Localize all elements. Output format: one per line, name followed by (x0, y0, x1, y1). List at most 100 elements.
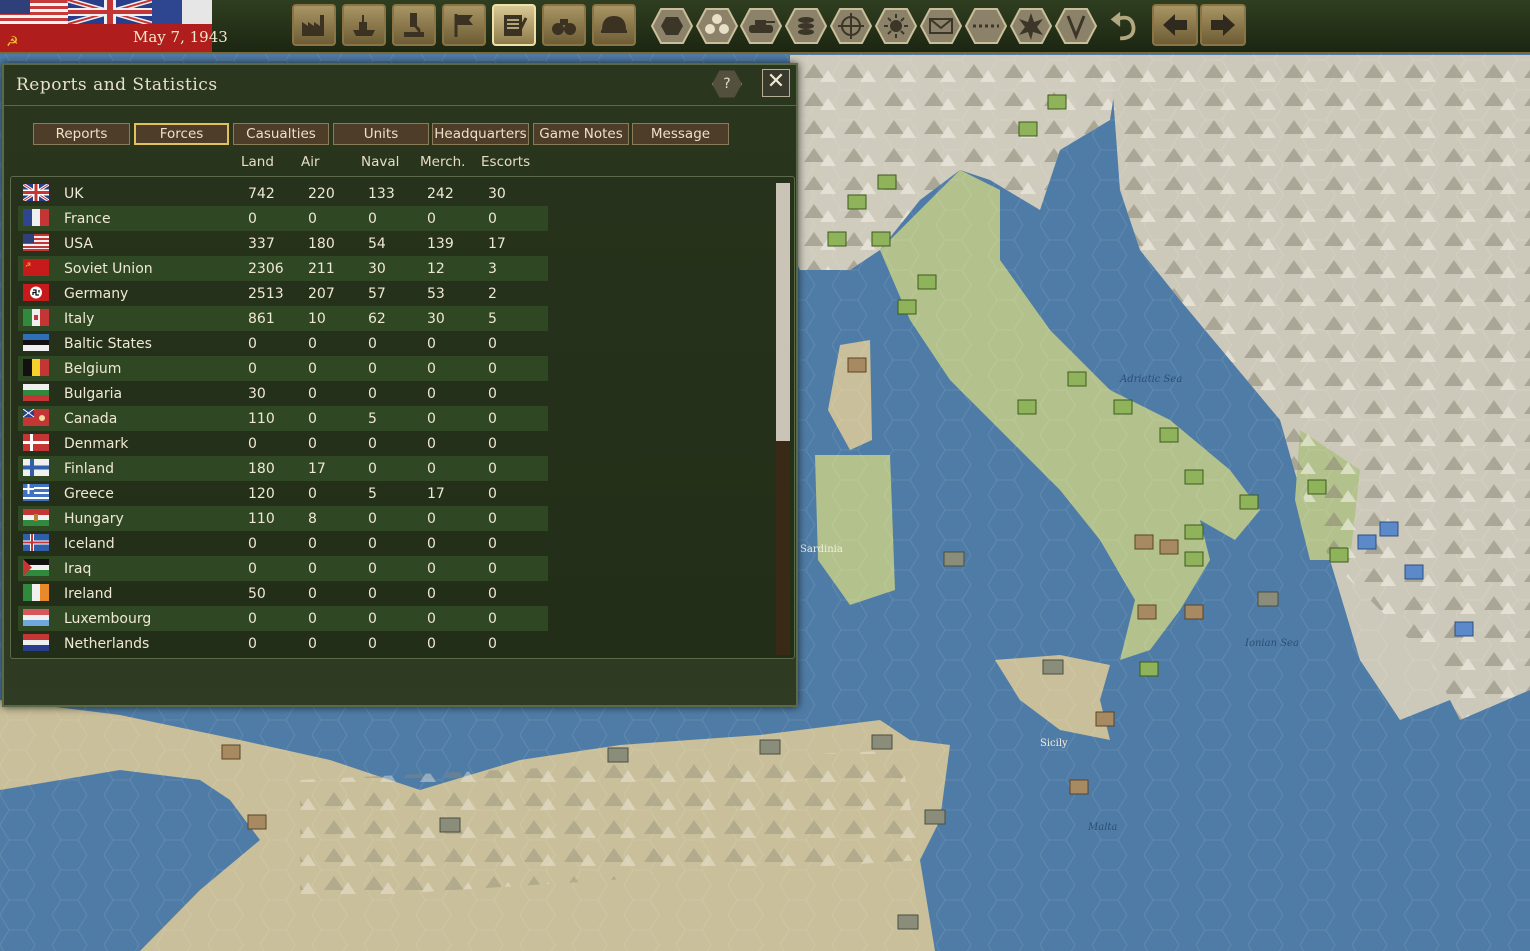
cell-air: 0 (308, 361, 317, 377)
resources-button[interactable] (785, 5, 827, 47)
cell-land: 0 (248, 636, 257, 652)
country-name: Soviet Union (64, 261, 153, 277)
cell-escorts: 30 (488, 186, 506, 202)
victory-button[interactable] (1055, 5, 1097, 47)
sun-icon (875, 8, 917, 44)
cell-land: 742 (248, 186, 275, 202)
cell-escorts: 0 (488, 511, 497, 527)
cell-naval: 0 (368, 436, 377, 452)
netherlands-flag-icon (23, 634, 49, 651)
weather-button[interactable] (875, 5, 917, 47)
previous-turn-button[interactable] (1152, 4, 1198, 46)
combat-button[interactable] (1010, 5, 1052, 47)
naval-button[interactable] (342, 4, 386, 46)
hex-toggle-button[interactable] (651, 5, 693, 47)
tab-message[interactable]: Message (632, 123, 729, 145)
cell-land: 120 (248, 486, 275, 502)
cell-merch: 17 (427, 486, 445, 502)
close-button[interactable]: ✕ (762, 69, 790, 97)
cell-merch: 242 (427, 186, 454, 202)
arrow-right-icon (1211, 14, 1235, 36)
cell-escorts: 0 (488, 636, 497, 652)
next-turn-button[interactable] (1200, 4, 1246, 46)
table-row[interactable]: Netherlands 0 0 0 0 0 (18, 631, 548, 656)
scrollbar-thumb[interactable] (776, 183, 790, 441)
tab-casualties[interactable]: Casualties (233, 123, 329, 145)
cell-naval: 5 (368, 411, 377, 427)
diplomacy-button[interactable] (442, 4, 486, 46)
cell-naval: 57 (368, 286, 386, 302)
cell-air: 0 (308, 611, 317, 627)
cell-merch: 0 (427, 636, 436, 652)
cell-escorts: 0 (488, 561, 497, 577)
cell-air: 17 (308, 461, 326, 477)
italy-flag-icon (23, 309, 49, 326)
tab-forces[interactable]: Forces (134, 123, 229, 145)
table-row[interactable]: Canada 110 0 5 0 0 (18, 406, 548, 431)
cell-merch: 0 (427, 386, 436, 402)
cell-land: 0 (248, 436, 257, 452)
intelligence-button[interactable] (542, 4, 586, 46)
table-row[interactable]: USA 337 180 54 139 17 (18, 231, 548, 256)
undo-button[interactable] (1103, 5, 1143, 47)
tab-units[interactable]: Units (333, 123, 429, 145)
cell-land: 337 (248, 236, 275, 252)
table-row[interactable]: Iraq 0 0 0 0 0 (18, 556, 548, 581)
country-name: Hungary (64, 511, 124, 527)
table-row[interactable]: Denmark 0 0 0 0 0 (18, 431, 548, 456)
table-row[interactable]: Iceland 0 0 0 0 0 (18, 531, 548, 556)
cell-naval: 0 (368, 386, 377, 402)
cell-naval: 0 (368, 586, 377, 602)
cell-escorts: 0 (488, 436, 497, 452)
cell-land: 0 (248, 536, 257, 552)
hex-grid-button[interactable] (696, 5, 738, 47)
table-row[interactable]: Bulgaria 30 0 0 0 0 (18, 381, 548, 406)
table-row[interactable]: UK 742 220 133 242 30 (18, 181, 548, 206)
hungary-flag-icon (23, 509, 49, 526)
table-row[interactable]: Greece 120 0 5 17 0 (18, 481, 548, 506)
cell-escorts: 3 (488, 261, 497, 277)
cell-air: 211 (308, 261, 335, 277)
cell-merch: 0 (427, 411, 436, 427)
country-name: UK (64, 186, 84, 202)
cell-escorts: 0 (488, 386, 497, 402)
country-name: Italy (64, 311, 95, 327)
target-button[interactable] (830, 5, 872, 47)
table-row[interactable]: Baltic States 0 0 0 0 0 (18, 331, 548, 356)
cell-air: 0 (308, 636, 317, 652)
cell-merch: 0 (427, 361, 436, 377)
production-button[interactable] (292, 4, 336, 46)
tab-reports[interactable]: Reports (33, 123, 130, 145)
baltic-flag-icon (23, 334, 49, 351)
column-header-land: Land (241, 154, 274, 170)
table-row[interactable]: Germany 2513 207 57 53 2 (18, 281, 548, 306)
cell-air: 207 (308, 286, 335, 302)
table-row[interactable]: Italy 861 10 62 30 5 (18, 306, 548, 331)
tab-headquarters[interactable]: Headquarters (432, 123, 529, 145)
country-name: Iceland (64, 536, 115, 552)
help-button[interactable]: ? (712, 69, 742, 99)
cell-naval: 133 (368, 186, 395, 202)
tab-game-notes[interactable]: Game Notes (533, 123, 629, 145)
column-header-merch: Merch. (420, 154, 466, 170)
table-row[interactable]: Finland 180 17 0 0 0 (18, 456, 548, 481)
table-row[interactable]: Ireland 50 0 0 0 0 (18, 581, 548, 606)
supply-lines-button[interactable] (965, 5, 1007, 47)
column-header-naval: Naval (361, 154, 400, 170)
table-row[interactable]: Luxembourg 0 0 0 0 0 (18, 606, 548, 631)
table-row[interactable]: Hungary 110 8 0 0 0 (18, 506, 548, 531)
table-row[interactable]: France 0 0 0 0 0 (18, 206, 548, 231)
cell-air: 0 (308, 486, 317, 502)
table-row[interactable]: ☭ Soviet Union 2306 211 30 12 3 (18, 256, 548, 281)
messages-button[interactable] (920, 5, 962, 47)
reports-button[interactable] (492, 4, 536, 46)
cell-naval: 0 (368, 211, 377, 227)
cell-merch: 139 (427, 236, 454, 252)
units-button[interactable] (592, 4, 636, 46)
unit-display-button[interactable] (740, 5, 782, 47)
research-button[interactable] (392, 4, 436, 46)
country-name: France (64, 211, 111, 227)
table-row[interactable]: Belgium 0 0 0 0 0 (18, 356, 548, 381)
country-name: Bulgaria (64, 386, 123, 402)
cell-escorts: 17 (488, 236, 506, 252)
